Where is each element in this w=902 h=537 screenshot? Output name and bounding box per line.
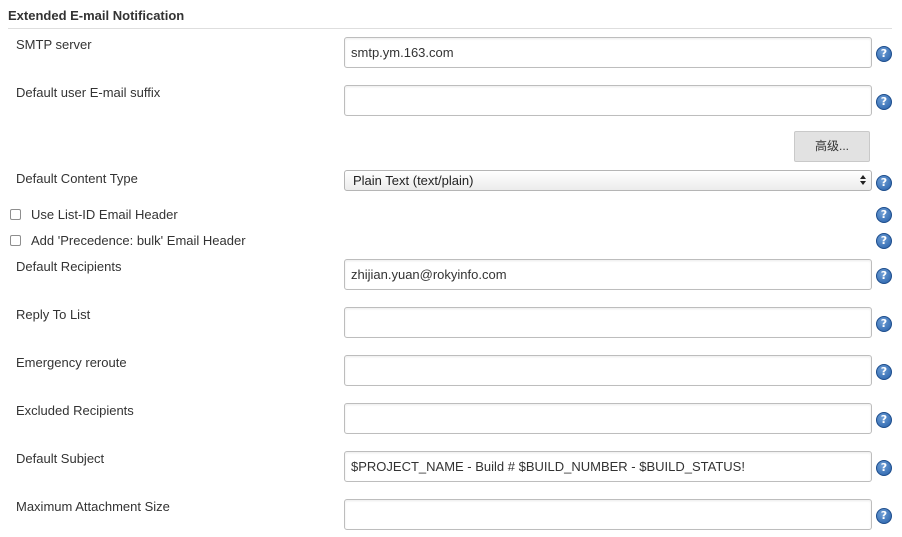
help-icon[interactable]: ? [876,207,892,223]
default-recipients-input[interactable] [344,259,872,290]
help-icon[interactable]: ? [876,508,892,524]
list-id-label: Use List-ID Email Header [31,207,178,222]
default-subject-label: Default Subject [16,451,105,466]
select-arrows-icon [860,175,866,185]
reply-to-input[interactable] [344,307,872,338]
section-title: Extended E-mail Notification [8,8,185,23]
list-id-checkbox[interactable] [10,209,21,220]
default-suffix-label: Default user E-mail suffix [16,85,161,100]
default-recipients-label: Default Recipients [16,259,122,274]
smtp-server-label: SMTP server [16,37,92,52]
help-icon[interactable]: ? [876,46,892,62]
precedence-label: Add 'Precedence: bulk' Email Header [31,233,246,248]
help-icon[interactable]: ? [876,94,892,110]
precedence-checkbox[interactable] [10,235,21,246]
help-icon[interactable]: ? [876,364,892,380]
help-icon[interactable]: ? [876,233,892,249]
default-subject-input[interactable] [344,451,872,482]
content-type-select[interactable]: Plain Text (text/plain) [344,170,872,191]
excluded-recipients-label: Excluded Recipients [16,403,134,418]
section-divider [8,28,892,29]
emergency-reroute-label: Emergency reroute [16,355,127,370]
smtp-server-input[interactable] [344,37,872,68]
help-icon[interactable]: ? [876,412,892,428]
content-type-selected: Plain Text (text/plain) [353,173,474,188]
excluded-recipients-input[interactable] [344,403,872,434]
emergency-reroute-input[interactable] [344,355,872,386]
content-type-label: Default Content Type [16,171,138,186]
advanced-button[interactable]: 高级... [794,131,870,162]
help-icon[interactable]: ? [876,175,892,191]
default-suffix-input[interactable] [344,85,872,116]
max-attachment-input[interactable] [344,499,872,530]
max-attachment-label: Maximum Attachment Size [16,499,170,514]
help-icon[interactable]: ? [876,316,892,332]
help-icon[interactable]: ? [876,268,892,284]
help-icon[interactable]: ? [876,460,892,476]
reply-to-label: Reply To List [16,307,91,322]
